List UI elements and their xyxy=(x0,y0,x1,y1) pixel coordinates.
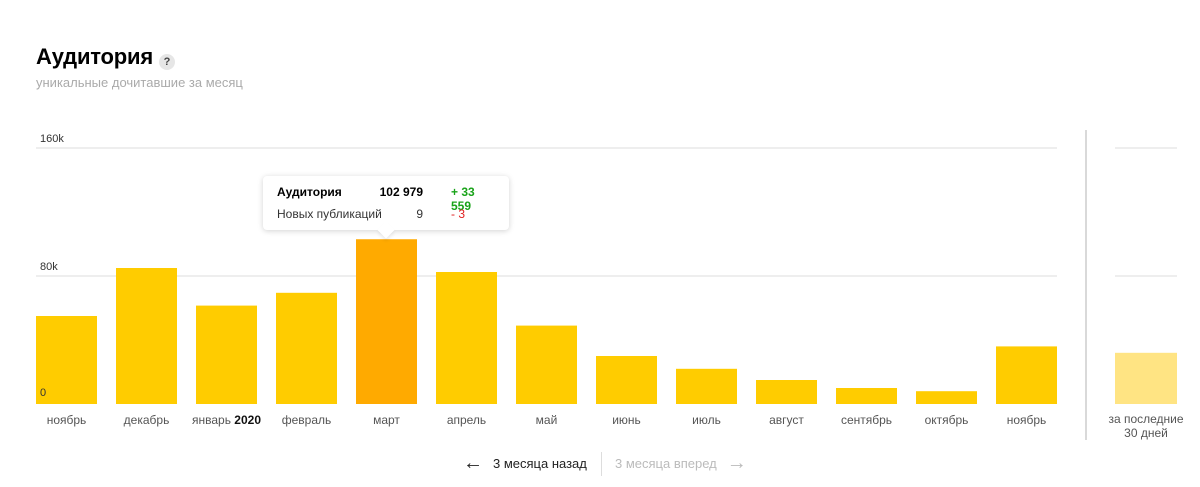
arrow-left-icon: ← xyxy=(463,452,483,474)
x-tick-label: октябрь xyxy=(925,413,969,427)
x-tick-label: декабрь xyxy=(124,413,170,427)
bar xyxy=(756,380,817,404)
x-tick-label: май xyxy=(536,413,558,427)
arrow-right-icon: → xyxy=(726,452,747,474)
bar xyxy=(916,391,977,404)
three-months-forward-button[interactable]: 3 месяца вперед → xyxy=(615,453,747,473)
bar xyxy=(676,368,737,404)
bar xyxy=(436,272,497,404)
bar xyxy=(596,356,657,404)
tooltip-publications-label: Новых публикаций xyxy=(277,207,382,221)
tooltip-audience-label: Аудитория xyxy=(277,185,342,199)
bar xyxy=(996,346,1057,404)
last-30-days-line1: за последние xyxy=(1108,412,1184,426)
tooltip-audience-value: 102 979 xyxy=(379,185,423,199)
last-30-days-label: за последние 30 дней xyxy=(1106,412,1186,440)
bar-last-30-days xyxy=(1115,352,1177,404)
bar-tooltip: Аудитория 102 979 + 33 559 Новых публика… xyxy=(263,176,509,239)
nav-divider xyxy=(601,452,602,476)
x-tick-label: ноябрь xyxy=(1007,413,1047,427)
tooltip-row-publications: Новых публикаций 9 - 3 xyxy=(277,207,497,223)
x-tick-label: январь 2020 xyxy=(192,413,261,427)
bar xyxy=(356,239,417,404)
audience-bar-chart: 0 80k 160k ноябрь декабрь январь 2020 февраль м… xyxy=(36,130,1177,440)
x-tick-label: февраль xyxy=(282,413,332,427)
three-months-back-button[interactable]: ← 3 месяца назад xyxy=(463,453,587,473)
bar xyxy=(836,388,897,404)
x-tick-label: март xyxy=(373,413,400,427)
bar xyxy=(116,268,177,404)
y-tick-label: 0 xyxy=(40,387,46,399)
last-30-days-line2: 30 дней xyxy=(1124,426,1168,440)
x-tick-label: июнь xyxy=(612,413,641,427)
y-tick-label: 160k xyxy=(40,133,64,145)
tooltip-publications-value: 9 xyxy=(416,207,423,221)
three-months-forward-label: 3 месяца вперед xyxy=(615,455,717,471)
bar xyxy=(516,325,577,404)
x-tick-label: июль xyxy=(692,413,721,427)
y-tick-label: 80k xyxy=(40,261,58,273)
x-tick-label: август xyxy=(769,413,804,427)
tooltip-publications-delta: - 3 xyxy=(451,207,466,221)
bar xyxy=(276,292,337,404)
x-tick-label: сентябрь xyxy=(841,413,892,427)
bar xyxy=(196,305,257,404)
x-tick-label: апрель xyxy=(447,413,486,427)
three-months-back-label: 3 месяца назад xyxy=(493,455,587,471)
x-tick-label: ноябрь xyxy=(47,413,87,427)
tooltip-row-audience: Аудитория 102 979 + 33 559 xyxy=(277,185,497,213)
